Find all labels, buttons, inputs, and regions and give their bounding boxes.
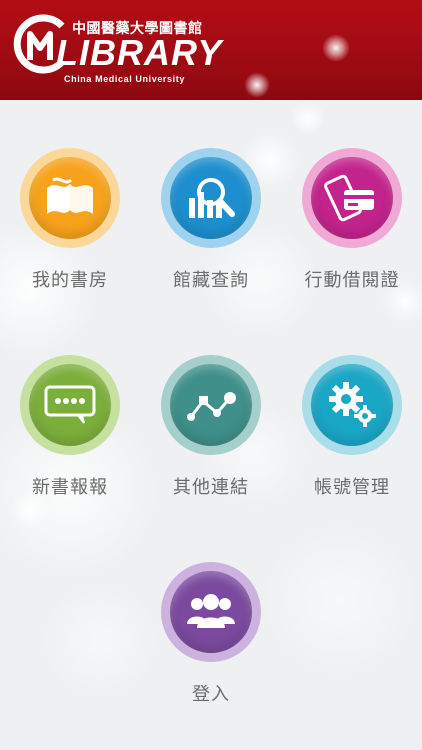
account-ring	[302, 355, 402, 455]
login-ring	[161, 562, 261, 662]
menu-catalog-search[interactable]: 館藏查詢	[141, 148, 281, 292]
menu-other-links[interactable]: 其他連結	[141, 355, 281, 499]
gears-icon	[311, 364, 393, 446]
menu-my-study[interactable]: 我的書房	[0, 148, 140, 292]
logo-subtitle: China Medical University	[64, 74, 185, 84]
menu-login[interactable]: 登入	[141, 562, 281, 706]
bokeh-9	[260, 520, 420, 680]
users-icon	[170, 571, 252, 653]
other-links-label: 其他連結	[173, 477, 249, 498]
my-study-label: 我的書房	[32, 270, 108, 291]
menu-mobile-card[interactable]: 行動借閱證	[282, 148, 422, 292]
my-study-ring	[20, 148, 120, 248]
login-label: 登入	[192, 684, 230, 705]
menu-account[interactable]: 帳號管理	[282, 355, 422, 499]
header-glow-1	[322, 34, 350, 62]
other-links-ring	[161, 355, 261, 455]
chart-search-icon	[170, 157, 252, 239]
message-icon	[29, 364, 111, 446]
catalog-search-ring	[161, 148, 261, 248]
menu-new-books[interactable]: 新書報報	[0, 355, 140, 499]
logo-english-title: LIBRARY	[56, 32, 223, 73]
mobile-card-ring	[302, 148, 402, 248]
app-header: 中國醫藥大學圖書館 LIBRARY China Medical Universi…	[0, 0, 422, 100]
catalog-search-label: 館藏查詢	[173, 270, 249, 291]
new-books-ring	[20, 355, 120, 455]
library-logo: 中國醫藥大學圖書館 LIBRARY China Medical Universi…	[10, 10, 221, 90]
account-label: 帳號管理	[314, 477, 390, 498]
bokeh-3	[290, 100, 326, 136]
link-path-icon	[170, 364, 252, 446]
phone-card-icon	[311, 157, 393, 239]
header-glow-2	[244, 72, 270, 98]
mobile-card-label: 行動借閱證	[304, 270, 400, 291]
book-icon	[29, 157, 111, 239]
new-books-label: 新書報報	[32, 477, 108, 498]
